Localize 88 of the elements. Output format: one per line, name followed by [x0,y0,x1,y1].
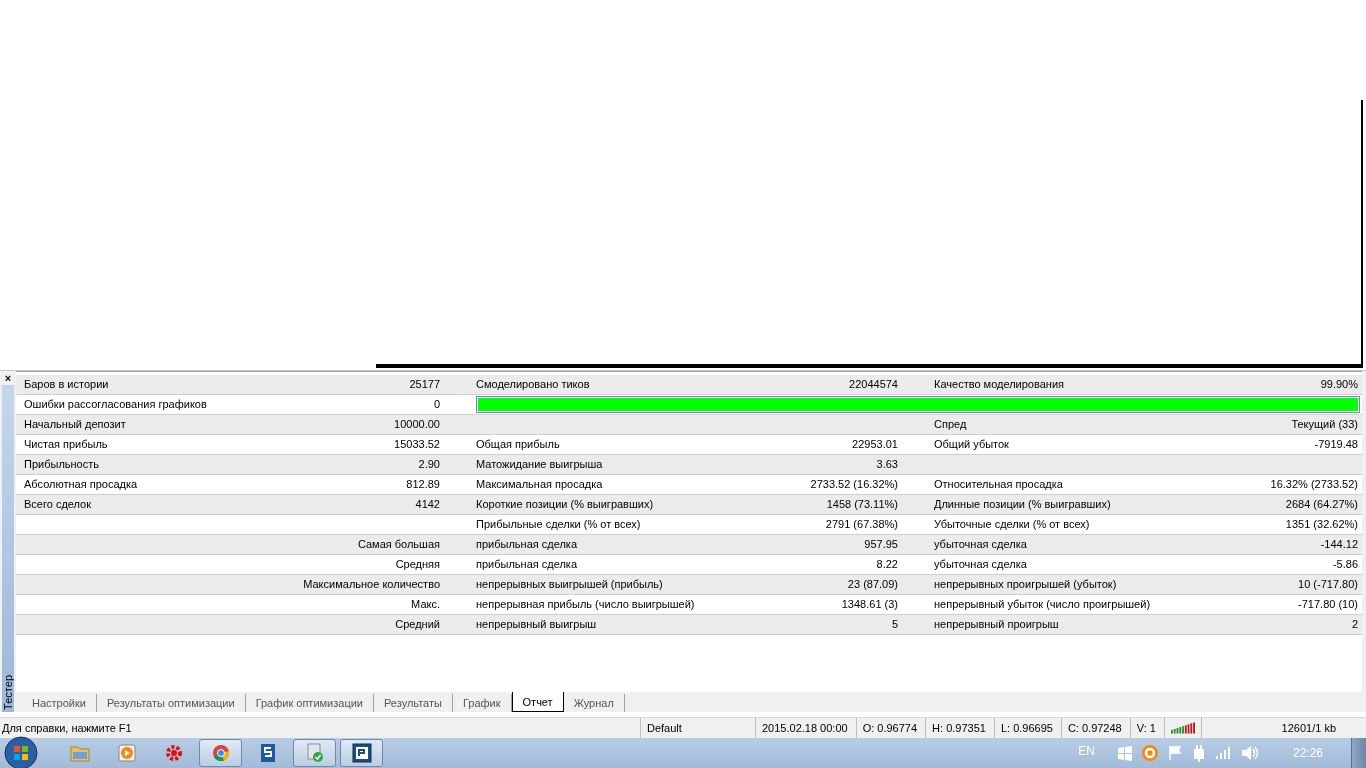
stat-label: Ошибки рассогласования графиков [24,398,207,410]
close-button[interactable]: × [0,370,16,385]
group-heading: Макс. [411,598,440,610]
stat-value: -7919.48 [1314,438,1358,450]
stat-label: непрерывный убыток (число проигрышей) [934,598,1151,610]
stat-value: 812.89 [406,478,440,490]
tab[interactable]: Журнал [563,694,625,713]
stat-value: 1348.61 (3) [841,598,898,610]
tab[interactable]: Настройки [22,694,97,713]
play-icon [117,744,136,762]
stat-label: Длинные позиции (% выигравших) [934,498,1111,510]
stat-value: 22044574 [849,378,898,390]
document-icon [259,743,276,763]
group-heading: Средняя [395,558,440,570]
stat-value: -144.12 [1320,538,1358,550]
speaker-icon[interactable] [1240,745,1259,761]
signal-icon[interactable] [1214,746,1233,760]
panel-title: Тестер [2,674,14,713]
stat-value: 2684 (64.27%) [1285,498,1358,510]
stat-label: убыточная сделка [934,558,1027,570]
status-help-text: Для справки, нажмите F1 [1,721,133,736]
flag-icon[interactable] [1166,745,1183,761]
stat-value: 1458 (73.11%) [826,498,898,510]
stat-value: 2791 (67.38%) [825,518,898,530]
connection-bars-icon [1170,722,1195,734]
stat-label: Всего сделок [24,498,92,510]
tab[interactable]: Результаты оптимизации [96,694,246,713]
stat-label: Смоделировано тиков [476,378,590,390]
stat-label: Спред [934,418,967,430]
stat-value: -717.80 (10) [1298,598,1358,610]
stat-value: 957.95 [864,538,898,550]
stat-value: Текущий (33) [1291,418,1358,430]
tab[interactable]: Отчет [511,692,564,713]
ring-icon[interactable] [1140,744,1159,762]
stat-value: 2 [1351,618,1358,630]
stat-value: 2733.52 (16.32%) [810,478,898,490]
stat-value: 22953.01 [852,438,898,450]
stat-label: Чистая прибыль [24,438,108,450]
chart-window-icon [351,743,372,763]
tab[interactable]: График оптимизации [245,694,374,713]
stat-value: 99.90% [1320,378,1358,390]
stat-label: непрерывных выигрышей (прибыль) [476,578,663,590]
stat-label: Абсолютная просадка [24,478,138,490]
show-desktop-button[interactable] [1351,738,1366,768]
stat-label: убыточная сделка [934,538,1027,550]
stat-label: непрерывных проигрышей (убыток) [934,578,1117,590]
browser-icon [211,744,230,762]
stat-value: 3.63 [876,458,898,470]
stat-label: Максимальная просадка [476,478,603,490]
stat-value: 16.32% (2733.52) [1270,478,1358,490]
stat-value: -5.86 [1332,558,1358,570]
stat-label: Прибыльность [24,458,99,470]
folder-icon [69,744,90,762]
gear-icon [163,743,184,763]
stat-value: 10000.00 [394,418,440,430]
stat-label: Общая прибыль [476,438,560,450]
group-heading: Максимальное количество [303,578,440,590]
stat-label: Относительная просадка [934,478,1063,490]
stat-label: Убыточные сделки (% от всех) [934,518,1090,530]
stat-label: Качество моделирования [934,378,1064,390]
windows-icon[interactable] [1116,745,1133,761]
stat-label: Прибыльные сделки (% от всех) [476,518,641,530]
group-heading: Средний [395,618,440,630]
stat-value: 23 (87.09) [847,578,898,590]
stat-label: Общий убыток [934,438,1009,450]
stat-label: непрерывный проигрыш [934,618,1059,630]
stat-value: 1351 (32.62%) [1285,518,1358,530]
tab[interactable]: График [452,694,512,713]
stat-label: непрерывная прибыль (число выигрышей) [476,598,695,610]
tab[interactable]: Результаты [374,694,453,713]
taskbar-app[interactable] [340,739,383,767]
stat-label: прибыльная сделка [476,538,578,550]
group-heading: Самая большая [357,538,440,550]
stat-label: Короткие позиции (% выигравших) [476,498,654,510]
stat-value: 25177 [409,378,440,390]
stat-label: Баров в истории [24,378,109,390]
stat-label: Начальный депозит [24,418,126,430]
stat-label: непрерывный выигрыш [476,618,597,630]
stat-value: 8.22 [876,558,898,570]
document-check-icon [305,743,324,763]
stat-value: 0 [433,398,440,410]
stat-value: 4142 [415,498,440,510]
stat-label: прибыльная сделка [476,558,578,570]
stat-value: 5 [891,618,898,630]
stat-value: 10 (-717.80) [1298,578,1358,590]
stat-value: 15033.52 [394,438,440,450]
stat-value: 2.90 [418,458,440,470]
stat-label: Матожидание выигрыша [476,458,603,470]
